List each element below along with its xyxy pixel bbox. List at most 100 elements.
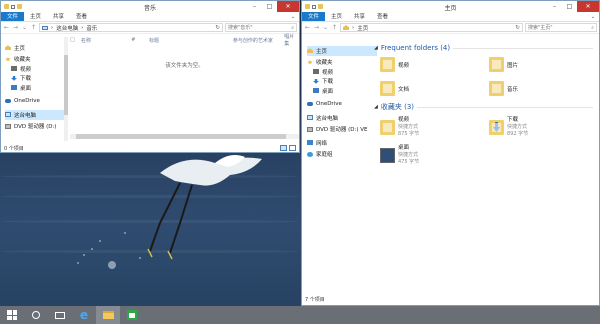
nav-item-homegroup[interactable]: 家庭组 [307,150,377,160]
chevron-down-icon[interactable]: ⌄ [287,12,299,21]
file-explorer-button[interactable] [96,306,120,324]
item-count: 7 个项目 [305,296,325,303]
ribbon-tabs: 文件 主页 共享 查看 ⌄ [1,12,299,22]
internet-explorer-icon: e [79,308,89,322]
frequent-folder-documents[interactable]: 文档 [380,81,409,96]
nav-item-home[interactable]: 主页 [5,43,67,53]
title-bar[interactable]: 音乐 – □ ✕ [1,1,299,12]
column-title[interactable]: 标题 [149,37,233,44]
maximize-button[interactable]: □ [262,1,277,12]
select-all-checkbox[interactable]: □ [70,37,77,43]
properties-icon[interactable] [11,4,15,9]
nav-item-dvd-drive[interactable]: DVD 驱动器 (D:) [5,122,67,132]
close-button[interactable]: ✕ [277,1,299,12]
minimize-button[interactable]: – [547,1,562,12]
column-contributing-artists[interactable]: 参与创作的艺术家 [233,37,284,44]
refresh-icon[interactable]: ↻ [215,25,220,31]
dvd-icon [5,123,11,129]
forward-button[interactable]: → [313,24,320,31]
favorite-downloads[interactable]: 下载 快捷方式 892 字节 [489,117,528,138]
homegroup-icon [307,151,313,157]
ribbon-tabs: 文件 主页 共享 查看 ⌄ [302,12,599,22]
new-folder-icon[interactable] [17,4,22,9]
favorite-desktop[interactable]: 桌面 快捷方式 475 字节 [380,145,419,166]
favorites-header[interactable]: ◢ 收藏夹 (3) [374,101,599,113]
address-row: ← → ⌄ ↑ › 主页 ↻ 搜索"主页" ⌕ [302,22,599,34]
tab-view[interactable]: 查看 [371,12,394,21]
quick-access-toolbar [302,4,323,9]
nav-item-home[interactable]: 主页 [307,46,377,56]
video-icon [313,69,319,75]
home-icon [343,25,349,30]
folder-icon [4,4,9,9]
back-button[interactable]: ← [304,24,311,31]
details-view-button[interactable] [280,145,287,151]
nav-item-this-pc[interactable]: 这台电脑 [5,110,67,120]
nav-item-dvd-drive[interactable]: DVD 驱动器 (D:) VE [307,125,377,135]
forward-button[interactable]: → [12,24,19,31]
nav-item-onedrive[interactable]: OneDrive [5,97,67,107]
address-bar[interactable]: › 主页 ↻ [340,23,523,32]
tab-file[interactable]: 文件 [1,12,25,21]
search-input[interactable]: 搜索"主页" ⌕ [525,23,597,32]
close-button[interactable]: ✕ [577,1,599,12]
frequent-folder-music[interactable]: 音乐 [489,81,518,96]
search-button[interactable] [24,306,48,324]
nav-item-videos[interactable]: 视频 [5,64,67,74]
tab-share[interactable]: 共享 [348,12,371,21]
desktop-icon [313,88,319,94]
frequent-folders-header[interactable]: ◢ Frequent folders (4) [374,42,599,54]
nav-item-onedrive[interactable]: OneDrive [307,100,377,110]
nav-item-downloads[interactable]: 下载 [5,74,67,84]
column-track-number[interactable]: # [131,37,149,43]
start-button[interactable] [0,306,24,324]
maximize-button[interactable]: □ [562,1,577,12]
tab-home[interactable]: 主页 [325,12,348,21]
home-content: ◢ Frequent folders (4) 视频 图片 文档 音乐 ◢ 收藏夹… [374,35,599,293]
refresh-icon[interactable]: ↻ [515,25,520,31]
store-button[interactable] [120,306,144,324]
chevron-down-icon[interactable]: ⌄ [587,12,599,21]
internet-explorer-button[interactable]: e [72,306,96,324]
dvd-icon [307,126,313,132]
horizontal-scrollbar[interactable] [70,134,299,139]
title-bar[interactable]: 主页 – □ ✕ [302,1,599,12]
desktop-shortcut-icon [380,148,395,163]
tab-home[interactable]: 主页 [24,12,47,21]
search-input[interactable]: 搜索"音乐" ⌕ [225,23,297,32]
column-name[interactable]: 名称 [77,37,131,44]
up-button[interactable]: ↑ [30,24,37,31]
up-button[interactable]: ↑ [331,24,338,31]
tab-share[interactable]: 共享 [47,12,70,21]
nav-item-favorites[interactable]: 收藏夹 [307,58,377,68]
breadcrumb-this-pc[interactable]: 这台电脑 [56,24,78,32]
tab-view[interactable]: 查看 [70,12,93,21]
nav-item-downloads[interactable]: 下载 [307,77,377,87]
properties-icon[interactable] [312,4,316,9]
recent-locations-button[interactable]: ⌄ [21,24,28,31]
column-album[interactable]: 唱片集 [284,33,299,47]
frequent-folder-pictures[interactable]: 图片 [489,57,518,72]
back-button[interactable]: ← [3,24,10,31]
frequent-folder-videos[interactable]: 视频 [380,57,409,72]
task-view-icon [55,311,65,319]
nav-item-desktop[interactable]: 桌面 [5,83,67,93]
nav-item-desktop[interactable]: 桌面 [307,86,377,96]
minimize-button[interactable]: – [247,1,262,12]
new-folder-icon[interactable] [318,4,323,9]
address-bar[interactable]: › 这台电脑 › 音乐 ↻ [39,23,223,32]
breadcrumb-home[interactable]: 主页 [357,24,368,32]
favorite-videos[interactable]: 视频 快捷方式 875 字节 [380,117,419,138]
quick-access-toolbar [1,4,22,9]
tab-file[interactable]: 文件 [302,12,326,21]
nav-item-favorites[interactable]: 收藏夹 [5,55,67,65]
nav-scrollbar[interactable] [64,37,68,141]
nav-item-network[interactable]: 网络 [307,138,377,148]
breadcrumb-music[interactable]: 音乐 [86,24,97,32]
navigation-pane: 主页 收藏夹 视频 下载 桌面 OneDrive 这台电脑 DVD 驱动器 (D… [307,46,377,159]
nav-item-this-pc[interactable]: 这台电脑 [307,113,377,123]
large-icons-view-button[interactable] [289,145,296,151]
recent-locations-button[interactable]: ⌄ [322,24,329,31]
task-view-button[interactable] [48,306,72,324]
nav-item-videos[interactable]: 视频 [307,67,377,77]
